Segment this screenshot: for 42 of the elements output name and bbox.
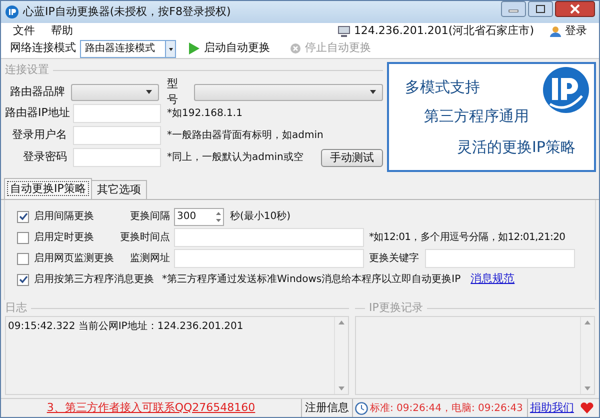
field-label: 路由器品牌 [8, 84, 65, 100]
checkbox-label: 启用网页监测更换 [34, 252, 115, 266]
checkbox-label: 启用按第三方程序消息更换 [34, 272, 155, 287]
hint-text: *如192.168.1.1 [167, 107, 244, 121]
group-title: IP更换记录 [369, 300, 423, 316]
group-title: 日志 [5, 300, 27, 316]
notice-link[interactable]: 3、第三方作者接入可联系QQ276548160 [46, 400, 256, 416]
field-label: 更换关键字 [369, 252, 419, 266]
field-label: 监测网址 [129, 252, 170, 266]
banner-text: 第三方程序通用 [424, 106, 529, 127]
mode-label: 网络连接模式 [10, 40, 76, 56]
donate-link[interactable]: 捐助我们 [530, 400, 574, 416]
window-title: 心蓝IP自动更换器(未授权，按F8登录授权) [23, 4, 232, 20]
mode-select[interactable]: 路由器连接模式 [80, 40, 176, 58]
hint-text: *同上，一般默认为admin或空 [167, 150, 304, 165]
registration-info[interactable]: 注册信息 [302, 400, 352, 416]
time-text: 标准: 09:26:44，电脑: 09:26:43 [370, 402, 523, 416]
banner-text: 灵活的更换IP策略 [457, 137, 576, 158]
spec-link[interactable]: 消息规范 [470, 271, 515, 288]
group-title: 连接设置 [5, 62, 49, 78]
tab[interactable]: 其它选项 [90, 180, 147, 199]
field-label: 登录用户名 [11, 127, 67, 144]
login-link[interactable]: 登录 [565, 22, 587, 40]
hint-text: *第三方程序通过发送标准Windows消息给本程序以立即自动更换IP [162, 272, 461, 287]
hint-text: *如12:01，多个用逗号分隔，如12:01,21:20 [369, 230, 566, 245]
banner-text: 多模式支持 [405, 77, 480, 98]
ip-address-text: 124.236.201.201(河北省石家庄市) [354, 22, 534, 39]
hint-text: 秒(最小10秒) [230, 210, 291, 224]
checkbox-label: 启用间隔更换 [34, 210, 95, 224]
number-spinner[interactable]: 300 [174, 208, 224, 226]
log-line: 09:15:42.322 当前公网IP地址：124.236.201.201 [8, 320, 244, 334]
tab[interactable]: 自动更换IP策略 [4, 178, 92, 199]
start-button[interactable]: 启动自动更换 [180, 40, 278, 58]
test-button[interactable]: 手动测试 [321, 148, 383, 166]
field-label: 更换间隔 [129, 210, 170, 224]
field-label: 登录密码 [22, 149, 67, 166]
menu-item[interactable]: 帮助 [51, 22, 73, 40]
menu-item[interactable]: 文件 [13, 22, 35, 40]
field-label: 更换时间点 [119, 230, 170, 245]
field-label: 型号 [166, 76, 179, 108]
hint-text: *一般路由器背面有标明，如admin [167, 128, 324, 143]
checkbox-label: 启用定时更换 [34, 230, 95, 245]
